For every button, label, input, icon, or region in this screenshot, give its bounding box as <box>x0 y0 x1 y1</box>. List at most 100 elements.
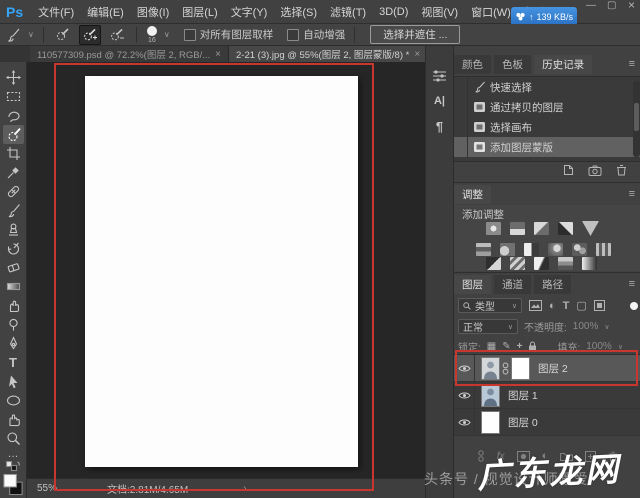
color-balance-icon[interactable] <box>500 243 515 256</box>
document-tab-1[interactable]: 110577309.psd @ 72.2%(图层 2, RGB/... × <box>30 46 230 62</box>
history-scrollbar[interactable] <box>633 81 640 157</box>
layer-row-layer1[interactable]: 图层 1 <box>454 382 640 409</box>
layer-row-layer0[interactable]: 图层 0 <box>454 409 640 436</box>
channel-mixer-icon[interactable] <box>572 243 587 256</box>
filter-shape-layers-icon[interactable]: ▢ <box>576 299 586 312</box>
move-tool[interactable] <box>3 68 24 87</box>
layer-thumbnail[interactable] <box>481 383 500 407</box>
visibility-eye-icon[interactable] <box>454 409 475 435</box>
brush-tool[interactable] <box>3 201 24 220</box>
tab-history[interactable]: 历史记录 <box>534 55 593 74</box>
swap-colors-icon[interactable] <box>3 460 24 472</box>
menu-layer[interactable]: 图层(L) <box>182 4 217 20</box>
tab-adjustments[interactable]: 调整 <box>454 185 491 204</box>
chevron-down-icon[interactable]: ∨ <box>618 343 623 351</box>
history-source-toggle[interactable] <box>454 137 468 157</box>
layer-name[interactable]: 图层 1 <box>508 388 538 403</box>
close-button[interactable]: × <box>628 0 635 11</box>
levels-icon[interactable] <box>510 222 525 235</box>
history-step-select-canvas[interactable]: 选择画布 <box>454 117 640 137</box>
lock-all-icon[interactable] <box>528 341 537 352</box>
visibility-eye-icon[interactable] <box>454 382 475 408</box>
menu-filter[interactable]: 滤镜(T) <box>330 4 366 20</box>
sample-all-layers-checkbox[interactable]: 对所有图层取样 <box>183 27 273 42</box>
spot-healing-brush-tool[interactable] <box>3 182 24 201</box>
filter-smart-objects-icon[interactable] <box>593 300 605 311</box>
scrollbar-thumb[interactable] <box>634 103 639 131</box>
document-canvas[interactable] <box>85 76 358 467</box>
lock-pixels-icon[interactable]: ✎ <box>502 341 510 352</box>
zoom-tool[interactable] <box>3 429 24 448</box>
menu-view[interactable]: 视图(V) <box>421 4 458 20</box>
mask-link-icon[interactable] <box>502 362 509 375</box>
panel-menu-icon[interactable]: ≡ <box>629 188 635 200</box>
curves-icon[interactable] <box>534 222 549 235</box>
menu-edit[interactable]: 编辑(E) <box>87 4 124 20</box>
invert-icon[interactable] <box>486 257 501 270</box>
gradient-tool[interactable] <box>3 277 24 296</box>
brush-size-picker[interactable]: 16 <box>146 25 158 44</box>
lasso-tool[interactable] <box>3 106 24 125</box>
gradient-map-icon[interactable] <box>582 257 597 270</box>
history-brush-tool[interactable] <box>3 239 24 258</box>
clone-stamp-tool[interactable] <box>3 220 24 239</box>
vibrance-icon[interactable] <box>582 221 599 236</box>
status-chevron-icon[interactable]: › <box>243 483 246 494</box>
add-to-selection-mode-button[interactable] <box>78 24 101 45</box>
menu-select[interactable]: 选择(S) <box>280 4 317 20</box>
properties-panel-icon[interactable] <box>432 68 447 83</box>
filter-type-layers-icon[interactable]: T <box>563 300 570 312</box>
hand-tool[interactable] <box>3 410 24 429</box>
character-panel-icon[interactable]: A| <box>434 95 445 107</box>
layer-mask-thumbnail[interactable] <box>511 356 530 380</box>
menu-window[interactable]: 窗口(W) <box>471 4 511 20</box>
type-tool[interactable]: T <box>3 353 24 372</box>
rectangular-marquee-tool[interactable] <box>3 87 24 106</box>
eraser-tool[interactable] <box>3 258 24 277</box>
quick-selection-tool[interactable] <box>2 125 24 144</box>
document-size-info[interactable]: 文档:2.81M/4.65M <box>107 481 188 496</box>
subtract-from-selection-mode-button[interactable] <box>107 26 127 44</box>
brightness-contrast-icon[interactable] <box>486 222 501 235</box>
blend-mode-dropdown[interactable]: 正常 ∨ <box>458 319 518 334</box>
select-and-mask-button[interactable]: 选择并遮住 ... <box>370 25 461 44</box>
dodge-tool[interactable] <box>3 315 24 334</box>
exposure-icon[interactable] <box>558 222 573 235</box>
edit-toolbar-icon[interactable]: … <box>3 448 24 460</box>
history-source-toggle[interactable] <box>454 77 468 97</box>
layer-thumbnail[interactable] <box>481 356 500 380</box>
layer-name[interactable]: 图层 2 <box>538 361 568 376</box>
tab-paths[interactable]: 路径 <box>534 275 572 294</box>
menu-3d[interactable]: 3D(D) <box>379 6 408 18</box>
smudge-tool[interactable] <box>3 296 24 315</box>
tab-close-icon[interactable]: × <box>215 49 221 60</box>
path-selection-tool[interactable] <box>3 372 24 391</box>
menu-image[interactable]: 图像(I) <box>137 4 169 20</box>
document-tab-2[interactable]: 2-21 (3).jpg @ 55%(图层 2, 图层蒙版/8) * × <box>229 46 429 62</box>
auto-enhance-checkbox[interactable]: 自动增强 <box>287 27 345 42</box>
foreground-background-swatches[interactable] <box>2 472 24 498</box>
tab-layers[interactable]: 图层 <box>454 275 491 294</box>
zoom-level-field[interactable]: 55% <box>37 483 57 494</box>
pen-tool[interactable] <box>3 334 24 353</box>
tab-channels[interactable]: 通道 <box>494 275 532 294</box>
tab-swatches[interactable]: 色板 <box>494 55 532 74</box>
photo-filter-icon[interactable] <box>548 243 563 256</box>
paragraph-panel-icon[interactable]: ¶ <box>436 119 443 134</box>
new-selection-mode-button[interactable] <box>53 26 73 44</box>
black-white-icon[interactable] <box>524 243 539 256</box>
visibility-eye-icon[interactable] <box>454 355 475 381</box>
filter-adjustment-layers-icon[interactable]: ◐ <box>549 300 556 312</box>
panel-menu-icon[interactable]: ≡ <box>629 58 635 70</box>
menu-type[interactable]: 文字(Y) <box>231 4 268 20</box>
filter-kind-dropdown[interactable]: 类型 ∨ <box>458 298 522 313</box>
panel-menu-icon[interactable]: ≡ <box>629 278 635 290</box>
hue-saturation-icon[interactable] <box>476 243 491 256</box>
crop-tool[interactable] <box>3 144 24 163</box>
new-document-from-state-icon[interactable] <box>561 164 574 176</box>
maximize-button[interactable]: ▢ <box>607 1 616 11</box>
history-step-add-layer-mask[interactable]: 添加图层蒙版 <box>454 137 640 157</box>
tab-close-icon[interactable]: × <box>414 49 420 60</box>
tool-preset-icon[interactable] <box>6 28 22 42</box>
layer-row-layer2[interactable]: 图层 2 <box>454 355 640 382</box>
